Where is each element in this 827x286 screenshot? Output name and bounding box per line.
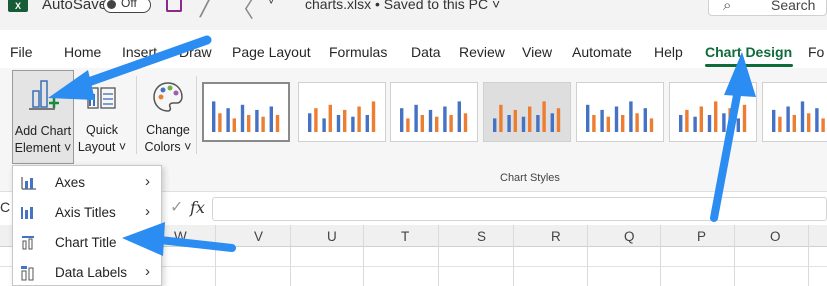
- chart-title-icon: [22, 236, 34, 250]
- search-icon: ⌕: [723, 0, 732, 14]
- quick-layout-icon: [87, 87, 116, 109]
- chart-style-thumbnail[interactable]: [390, 82, 478, 142]
- tab-automate[interactable]: Automate: [572, 44, 632, 60]
- column-header-s[interactable]: S: [477, 229, 486, 244]
- grid-line: [290, 225, 291, 286]
- grid-line: [363, 225, 364, 286]
- undo-icon[interactable]: ╱: [200, 0, 213, 18]
- group-divider: [136, 76, 137, 154]
- tab-chart-design[interactable]: Chart Design: [705, 44, 792, 60]
- quick-layout-label-line1: Quick: [86, 123, 118, 137]
- axis-titles-icon: [21, 207, 33, 219]
- tab-format[interactable]: Fo: [808, 44, 824, 60]
- chart-style-thumbnail[interactable]: [762, 82, 827, 142]
- grid-line: [215, 225, 216, 286]
- chart-style-thumbnail[interactable]: [483, 82, 571, 142]
- tab-home[interactable]: Home: [64, 44, 101, 60]
- tab-review[interactable]: Review: [459, 44, 505, 60]
- tab-file[interactable]: File: [10, 44, 33, 60]
- column-header-t[interactable]: T: [401, 229, 409, 244]
- chart-style-thumbnail[interactable]: [576, 82, 664, 142]
- name-box[interactable]: C: [0, 199, 10, 215]
- add-chart-element-label: Add Chart Element ˅: [13, 123, 73, 157]
- toggle-knob-icon: [107, 0, 116, 9]
- quick-layout-label: Quick Layout ˅: [76, 122, 128, 156]
- title-bar: X AutoSave Off ╱ 〈 ˅ charts.xlsx • Saved…: [0, 0, 827, 30]
- menu-item-data-labels[interactable]: Data Labels ›: [13, 258, 161, 286]
- data-labels-icon: [21, 266, 34, 281]
- change-colors-button[interactable]: Change Colors ˅: [143, 70, 193, 164]
- active-tab-indicator: [705, 64, 793, 67]
- column-header-w[interactable]: W: [174, 229, 187, 244]
- excel-logo-icon: X: [8, 0, 28, 12]
- autosave-state: Off: [121, 0, 137, 10]
- qat-chevron-down-icon[interactable]: ˅: [268, 0, 274, 8]
- tab-data[interactable]: Data: [411, 44, 441, 60]
- autosave-toggle[interactable]: Off: [103, 0, 151, 13]
- grid-line: [587, 225, 588, 286]
- column-header-o[interactable]: O: [770, 229, 781, 244]
- tab-formulas[interactable]: Formulas: [329, 44, 387, 60]
- change-colors-label: Change Colors ˅: [143, 122, 193, 156]
- chart-style-thumbnail[interactable]: [298, 82, 386, 142]
- formula-input[interactable]: [212, 197, 827, 221]
- chart-style-thumbnail[interactable]: [202, 82, 290, 142]
- grid-line: [438, 225, 439, 286]
- grid-line: [734, 225, 735, 286]
- menu-item-label: Axes: [55, 175, 86, 190]
- tab-help[interactable]: Help: [654, 44, 683, 60]
- column-header-r[interactable]: R: [551, 229, 561, 244]
- enter-check-icon[interactable]: ✓: [170, 197, 183, 217]
- redo-icon[interactable]: 〈: [232, 0, 254, 24]
- menu-item-axis-titles[interactable]: Axis Titles ›: [13, 198, 161, 228]
- menu-item-label: Axis Titles: [55, 205, 116, 220]
- ribbon-tabs: File Home Insert Draw Page Layout Formul…: [0, 36, 827, 67]
- column-header-p[interactable]: P: [697, 229, 706, 244]
- tab-view[interactable]: View: [522, 44, 552, 60]
- tab-page-layout[interactable]: Page Layout: [232, 44, 311, 60]
- add-chart-element-icon: [29, 80, 59, 110]
- submenu-arrow-icon: ›: [145, 173, 150, 190]
- grid-line: [808, 225, 809, 286]
- grid-line: [513, 225, 514, 286]
- change-colors-label-line2: Colors ˅: [144, 140, 192, 154]
- group-divider: [196, 76, 197, 154]
- add-chart-label-line1: Add Chart: [14, 124, 72, 138]
- search-input[interactable]: ⌕ Search: [708, 0, 827, 16]
- quick-layout-label-line2: Layout ˅: [77, 140, 127, 154]
- menu-item-label: Chart Title: [55, 235, 117, 250]
- submenu-arrow-icon: ›: [145, 203, 150, 220]
- change-colors-label-line1: Change: [146, 123, 190, 137]
- grid-line: [660, 225, 661, 286]
- save-icon[interactable]: [166, 0, 182, 12]
- column-header-q[interactable]: Q: [624, 229, 635, 244]
- autosave-label: AutoSave: [42, 0, 108, 13]
- palette-icon: [153, 82, 183, 112]
- quick-layout-button[interactable]: Quick Layout ˅: [76, 70, 128, 164]
- add-chart-element-menu: Axes › Axis Titles › Chart Title Data La…: [12, 165, 162, 286]
- submenu-arrow-icon: ›: [145, 263, 150, 280]
- add-chart-element-button[interactable]: Add Chart Element ˅: [12, 70, 74, 164]
- menu-item-chart-title[interactable]: Chart Title: [13, 228, 161, 258]
- search-placeholder: Search: [771, 0, 816, 13]
- insert-function-icon[interactable]: fx: [190, 198, 205, 217]
- document-title[interactable]: charts.xlsx • Saved to this PC ˅: [305, 0, 500, 12]
- column-header-u[interactable]: U: [327, 229, 337, 244]
- menu-item-axes[interactable]: Axes ›: [13, 168, 161, 198]
- chart-styles-group-label: Chart Styles: [500, 172, 560, 184]
- menu-item-label: Data Labels: [55, 265, 128, 280]
- add-chart-label-line2: Element ˅: [14, 141, 72, 155]
- tab-insert[interactable]: Insert: [122, 44, 162, 60]
- column-header-v[interactable]: V: [254, 229, 263, 244]
- chart-style-thumbnail[interactable]: [669, 82, 757, 142]
- tab-draw[interactable]: Draw: [179, 44, 212, 60]
- axes-icon: [21, 177, 36, 190]
